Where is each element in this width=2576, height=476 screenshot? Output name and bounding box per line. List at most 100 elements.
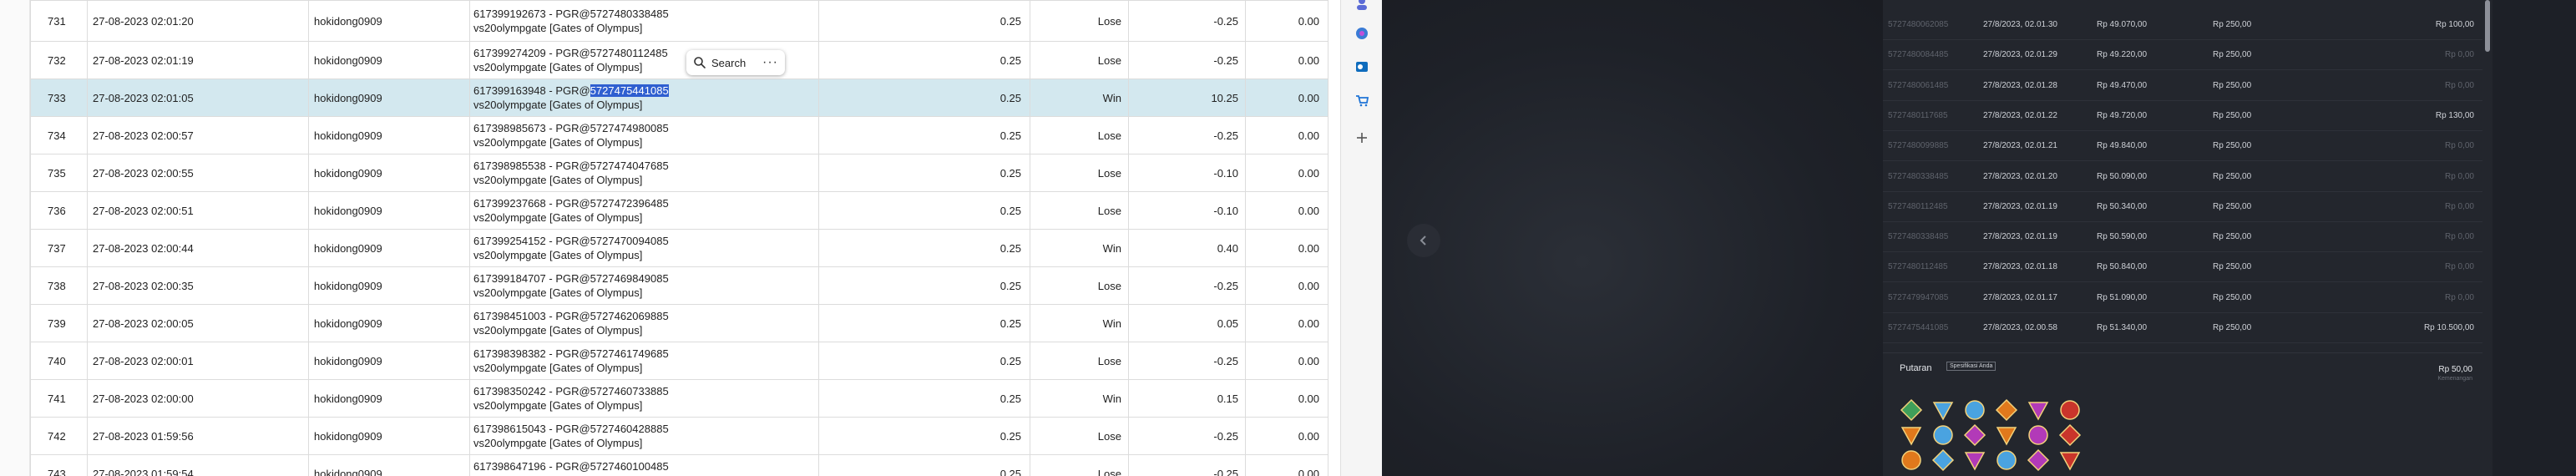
row-description[interactable]: 617399192673 - PGR@5727480338485 vs20olym…	[469, 0, 819, 42]
history-win: Rp 0,00	[2444, 262, 2474, 272]
row-description[interactable]: 617398350242 - PGR@5727460733885 vs20olym…	[469, 379, 819, 418]
history-row[interactable]: 5727480112485 27/8/2023, 02.01.18 Rp 50.84…	[1883, 252, 2482, 283]
history-row[interactable]: 5727480112485 27/8/2023, 02.01.19 Rp 50.34…	[1883, 192, 2482, 222]
user-icon[interactable]	[1354, 0, 1370, 12]
transaction-id: 617398615043 - PGR@5727460428885	[473, 423, 669, 435]
transaction-id: 617398647196 - PGR@5727460100485	[473, 460, 669, 473]
table-row[interactable]: 740 27-08-2023 02:00:01 hokidong0909 617398…	[30, 342, 1328, 380]
history-row[interactable]: 5727479947085 27/8/2023, 02.01.17 Rp 51.09…	[1883, 283, 2482, 313]
chevron-left-icon	[1420, 235, 1426, 246]
nav-back-button[interactable]	[1407, 224, 1440, 257]
row-gutter	[0, 0, 30, 476]
row-user: hokidong0909	[308, 0, 470, 42]
history-date: 27/8/2023, 02.01.19	[1983, 201, 2057, 211]
row-id: 743	[30, 454, 88, 476]
game-name: vs20olympgate [Gates of Olympus]	[473, 362, 643, 374]
row-description[interactable]: 617398647196 - PGR@5727460100485vs20olym…	[469, 454, 819, 476]
transaction-id: 617398350242 - PGR@5727460733885	[473, 385, 669, 398]
slot-symbol-icon	[1995, 398, 2018, 422]
round-amount: Rp 50,00	[2438, 365, 2472, 374]
history-row[interactable]: 5727480338485 27/8/2023, 02.01.20 Rp 50.09…	[1883, 162, 2482, 192]
history-bet: Rp 250,00	[2213, 323, 2252, 332]
history-scrollbar[interactable]	[2482, 0, 2492, 476]
row-time: 27-08-2023 02:00:51	[87, 191, 309, 230]
slot-symbols-grid	[1900, 398, 2092, 476]
add-icon[interactable]	[1354, 129, 1370, 146]
row-description[interactable]: 617398985538 - PGR@5727474047685 vs20olym…	[469, 154, 819, 192]
row-description[interactable]: 617398985673 - PGR@5727474980085 vs20olym…	[469, 116, 819, 154]
table-row[interactable]: 742 27-08-2023 01:59:56 hokidong0909 617398…	[30, 417, 1328, 455]
history-balance: Rp 49.070,00	[2097, 20, 2148, 29]
table-row[interactable]: 739 27-08-2023 02:00:05 hokidong0909 617398…	[30, 304, 1328, 342]
row-result: Lose	[1030, 454, 1129, 476]
search-popup[interactable]: Search ···	[686, 50, 785, 75]
row-winloss: -0.25	[1128, 454, 1246, 476]
row-description[interactable]: 617399254152 - PGR@5727470094085 vs20olym…	[469, 229, 819, 267]
game-name: vs20olympgate [Gates of Olympus]	[473, 399, 643, 412]
row-id: 735	[30, 154, 88, 192]
table-row[interactable]: 731 27-08-2023 02:01:20 hokidong0909 617399…	[30, 0, 1328, 42]
game-name: vs20olympgate [Gates of Olympus]	[473, 324, 643, 337]
history-row[interactable]: 5727480061485 27/8/2023, 02.01.28 Rp 49.47…	[1883, 71, 2482, 101]
search-popup-label[interactable]: Search	[711, 57, 757, 69]
history-row[interactable]: 5727475441085 27/8/2023, 02.00.58 Rp 51.34…	[1883, 313, 2482, 343]
row-bet: 0.25	[818, 116, 1030, 154]
outlook-icon[interactable]	[1354, 58, 1370, 75]
history-id: 5727480338485	[1888, 171, 1949, 181]
row-result: Lose	[1030, 417, 1129, 455]
scroll-thumb[interactable]	[2485, 0, 2490, 52]
history-row[interactable]: 5727480062085 27/8/2023, 02.01.30 Rp 49.07…	[1883, 10, 2482, 40]
more-options-icon[interactable]: ···	[762, 55, 778, 70]
row-bet: 0.25	[818, 191, 1030, 230]
history-date: 27/8/2023, 02.01.22	[1983, 110, 2057, 120]
row-result: Win	[1030, 78, 1129, 117]
slot-symbol-icon	[1997, 450, 2017, 470]
history-bet: Rp 250,00	[2213, 20, 2252, 29]
row-bet: 0.25	[818, 342, 1030, 380]
row-jackpot: 0.00	[1245, 304, 1328, 342]
table-row[interactable]: 733 27-08-2023 02:01:05 hokidong0909 617399…	[30, 78, 1328, 117]
row-winloss: -0.25	[1128, 417, 1246, 455]
row-winloss: -0.25	[1128, 41, 1246, 79]
table-row[interactable]: 734 27-08-2023 02:00:57 hokidong0909 617398…	[30, 116, 1328, 154]
history-row[interactable]: 5727480117685 27/8/2023, 02.01.22 Rp 49.72…	[1883, 101, 2482, 131]
row-bet: 0.25	[818, 41, 1030, 79]
row-description[interactable]: 617399163948 - PGR@5727475441085 vs20olym…	[469, 78, 819, 117]
game-name: vs20olympgate [Gates of Olympus]	[473, 22, 643, 34]
row-description[interactable]: 617398451003 - PGR@5727462069885 vs20olym…	[469, 304, 819, 342]
row-description[interactable]: 617398615043 - PGR@5727460428885 vs20olym…	[469, 417, 819, 455]
table-row[interactable]: 732 27-08-2023 02:01:19 hokidong0909 617399…	[30, 41, 1328, 79]
history-row[interactable]: 5727480099885 27/8/2023, 02.01.21 Rp 49.84…	[1883, 131, 2482, 162]
row-jackpot: 0.00	[1245, 41, 1328, 79]
row-description[interactable]: 617399184707 - PGR@5727469849085 vs20olym…	[469, 266, 819, 305]
table-row[interactable]: 735 27-08-2023 02:00:55 hokidong0909 617398…	[30, 154, 1328, 192]
row-winloss: -0.10	[1128, 154, 1246, 192]
history-id: 5727480338485	[1888, 232, 1949, 242]
row-bet: 0.25	[818, 154, 1030, 192]
transaction-id: 617398985673 - PGR@5727474980085	[473, 122, 669, 134]
bet-history-table: 731 27-08-2023 02:01:20 hokidong0909 617399…	[30, 0, 1328, 476]
slot-symbol-icon	[2027, 448, 2050, 472]
table-row[interactable]: 736 27-08-2023 02:00:51 hokidong0909 617399…	[30, 191, 1328, 230]
row-user: hokidong0909	[308, 379, 470, 418]
history-row[interactable]: 5727480338485 27/8/2023, 02.01.19 Rp 50.59…	[1883, 222, 2482, 253]
history-balance: Rp 51.090,00	[2097, 292, 2148, 302]
table-row[interactable]: 738 27-08-2023 02:00:35 hokidong0909 617399…	[30, 266, 1328, 305]
row-description[interactable]: 617399237668 - PGR@5727472396485 vs20olym…	[469, 191, 819, 230]
shopping-icon[interactable]	[1354, 92, 1370, 109]
row-jackpot: 0.00	[1245, 154, 1328, 192]
table-row[interactable]: 737 27-08-2023 02:00:44 hokidong0909 617399…	[30, 229, 1328, 267]
copilot-icon[interactable]	[1354, 25, 1370, 42]
row-winloss: 10.25	[1128, 78, 1246, 117]
round-tag[interactable]: Spesifikasi Anda	[1946, 362, 1997, 371]
row-jackpot: 0.00	[1245, 0, 1328, 42]
game-name: vs20olympgate [Gates of Olympus]	[473, 99, 643, 111]
row-description[interactable]: 617398398382 - PGR@5727461749685 vs20olym…	[469, 342, 819, 380]
row-jackpot: 0.00	[1245, 191, 1328, 230]
row-result: Lose	[1030, 41, 1129, 79]
table-row[interactable]: 741 27-08-2023 02:00:00 hokidong0909 617398…	[30, 379, 1328, 418]
game-name: vs20olympgate [Gates of Olympus]	[473, 174, 643, 186]
table-row[interactable]: 743 27-08-2023 01:59:54 hokidong0909 617398…	[30, 454, 1328, 476]
history-row[interactable]: 5727480084485 27/8/2023, 02.01.29 Rp 49.22…	[1883, 40, 2482, 71]
transaction-id: 617398398382 - PGR@5727461749685	[473, 347, 669, 360]
